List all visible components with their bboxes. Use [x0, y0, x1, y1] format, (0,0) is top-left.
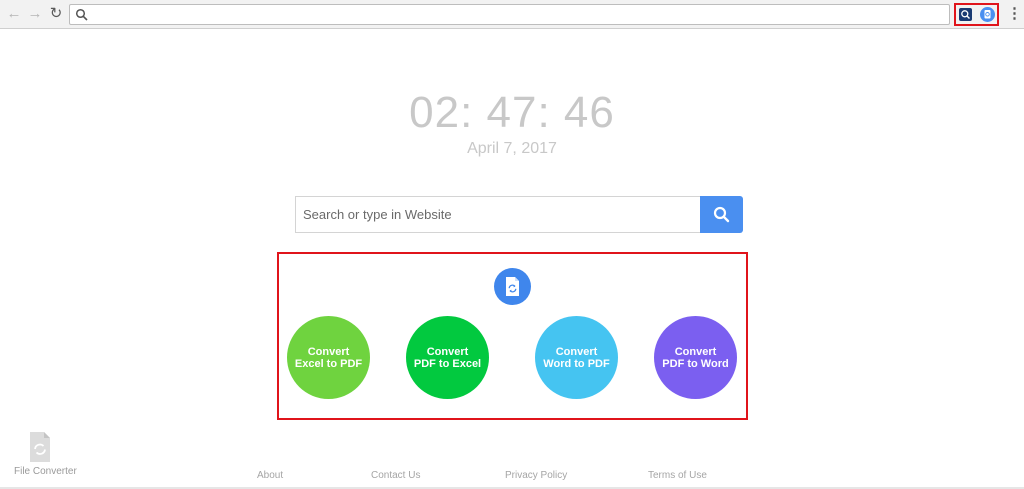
search-icon: [713, 206, 730, 223]
address-bar[interactable]: [69, 4, 950, 25]
file-converter-icon: [494, 268, 531, 305]
convert-label: Convert: [555, 345, 598, 358]
footer-link-terms[interactable]: Terms of Use: [648, 470, 707, 481]
file-converter-extension-icon[interactable]: [980, 7, 995, 22]
convert-excel-to-pdf-button[interactable]: Convert Excel to PDF: [287, 316, 370, 399]
file-converter-logo-icon[interactable]: [28, 430, 52, 464]
kebab-menu-icon[interactable]: ⋮: [1007, 6, 1022, 22]
convert-pdf-to-word-button[interactable]: Convert PDF to Word: [654, 316, 737, 399]
format-label: Excel to PDF: [294, 357, 363, 370]
search-bar: [295, 196, 743, 233]
file-converter-label: File Converter: [14, 466, 77, 477]
footer-link-privacy[interactable]: Privacy Policy: [505, 470, 567, 481]
convert-label: Convert: [426, 345, 469, 358]
converter-panel: Convert Excel to PDF Convert PDF to Excel …: [277, 252, 748, 420]
back-arrow-icon[interactable]: ←: [6, 6, 22, 22]
extension-icons-group: [954, 3, 999, 26]
search-extension-icon[interactable]: [959, 8, 972, 21]
footer-link-about[interactable]: About: [257, 470, 283, 481]
search-button[interactable]: [700, 196, 743, 233]
forward-arrow-icon[interactable]: →: [27, 6, 43, 22]
convert-pdf-to-excel-button[interactable]: Convert PDF to Excel: [406, 316, 489, 399]
footer-link-contact[interactable]: Contact Us: [371, 470, 420, 481]
browser-toolbar: ← → ↻ ⋮: [0, 0, 1024, 29]
clock-date: April 7, 2017: [467, 140, 557, 157]
format-label: PDF to Word: [662, 357, 729, 370]
search-icon: [75, 8, 88, 21]
format-label: Word to PDF: [543, 357, 610, 370]
format-label: PDF to Excel: [413, 357, 482, 370]
convert-label: Convert: [674, 345, 717, 358]
search-input[interactable]: [295, 196, 700, 233]
clock-time: 02: 47: 46: [409, 88, 615, 137]
reload-icon[interactable]: ↻: [48, 6, 64, 22]
convert-label: Convert: [307, 345, 350, 358]
address-input[interactable]: [92, 6, 936, 25]
convert-word-to-pdf-button[interactable]: Convert Word to PDF: [535, 316, 618, 399]
